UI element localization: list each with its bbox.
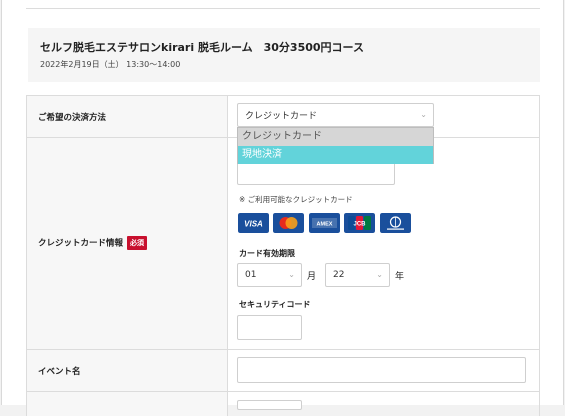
dropdown-option-onsite-payment[interactable]: 現地決済 <box>238 146 433 164</box>
credit-card-label-text: クレジットカード情報 <box>38 238 124 249</box>
amex-card-icon: AMEX <box>309 213 340 233</box>
expiry-month-select[interactable]: 01 ⌄ <box>237 263 302 287</box>
svg-text:AMEX: AMEX <box>317 222 333 228</box>
payment-method-select[interactable]: クレジットカード ⌄ <box>237 103 434 127</box>
expiry-label: カード有効期限 <box>239 249 295 258</box>
available-cards-note: ※ ご利用可能なクレジットカード <box>239 195 353 204</box>
course-title: セルフ脱毛エステサロンkirari 脱毛ルーム 30分3500円コース <box>40 41 364 54</box>
expiry-year-select[interactable]: 22 ⌄ <box>325 263 390 287</box>
payment-method-dropdown: クレジットカード 現地決済 <box>237 127 434 164</box>
event-name-label-text: イベント名 <box>38 367 81 377</box>
chevron-down-icon: ⌄ <box>288 270 295 280</box>
course-summary: セルフ脱毛エステサロンkirari 脱毛ルーム 30分3500円コース 2022… <box>28 28 540 82</box>
payment-method-value: クレジットカード <box>245 111 318 122</box>
svg-text:VISA: VISA <box>244 220 263 229</box>
year-unit: 年 <box>395 272 405 282</box>
required-badge: 必須 <box>127 236 148 250</box>
diners-club-card-icon <box>380 213 411 233</box>
course-datetime: 2022年2月19日（土） 13:30～14:00 <box>40 60 181 69</box>
event-name-input[interactable] <box>237 357 526 383</box>
row-divider <box>27 391 539 392</box>
credit-card-label: クレジットカード情報 必須 <box>38 236 148 250</box>
expiry-month-value: 01 <box>245 270 257 280</box>
chevron-down-icon: ⌄ <box>420 110 427 120</box>
chevron-down-icon: ⌄ <box>376 270 383 280</box>
payment-method-label-text: ご希望の決済方法 <box>38 113 107 123</box>
svg-text:JCB: JCB <box>353 222 366 228</box>
security-code-label: セキュリティコード <box>239 300 311 309</box>
dropdown-option-credit-card[interactable]: クレジットカード <box>238 128 433 146</box>
mastercard-icon <box>273 213 304 233</box>
security-code-input[interactable] <box>237 315 302 340</box>
expiry-year-value: 22 <box>333 270 345 280</box>
row-divider <box>27 349 539 350</box>
visa-card-icon: VISA <box>238 213 269 233</box>
divider <box>26 8 540 9</box>
jcb-card-icon: JCB <box>344 213 375 233</box>
month-unit: 月 <box>307 272 317 282</box>
next-field-input[interactable] <box>237 400 302 410</box>
payment-method-label: ご希望の決済方法 <box>38 111 106 123</box>
event-name-label: イベント名 <box>38 365 81 377</box>
